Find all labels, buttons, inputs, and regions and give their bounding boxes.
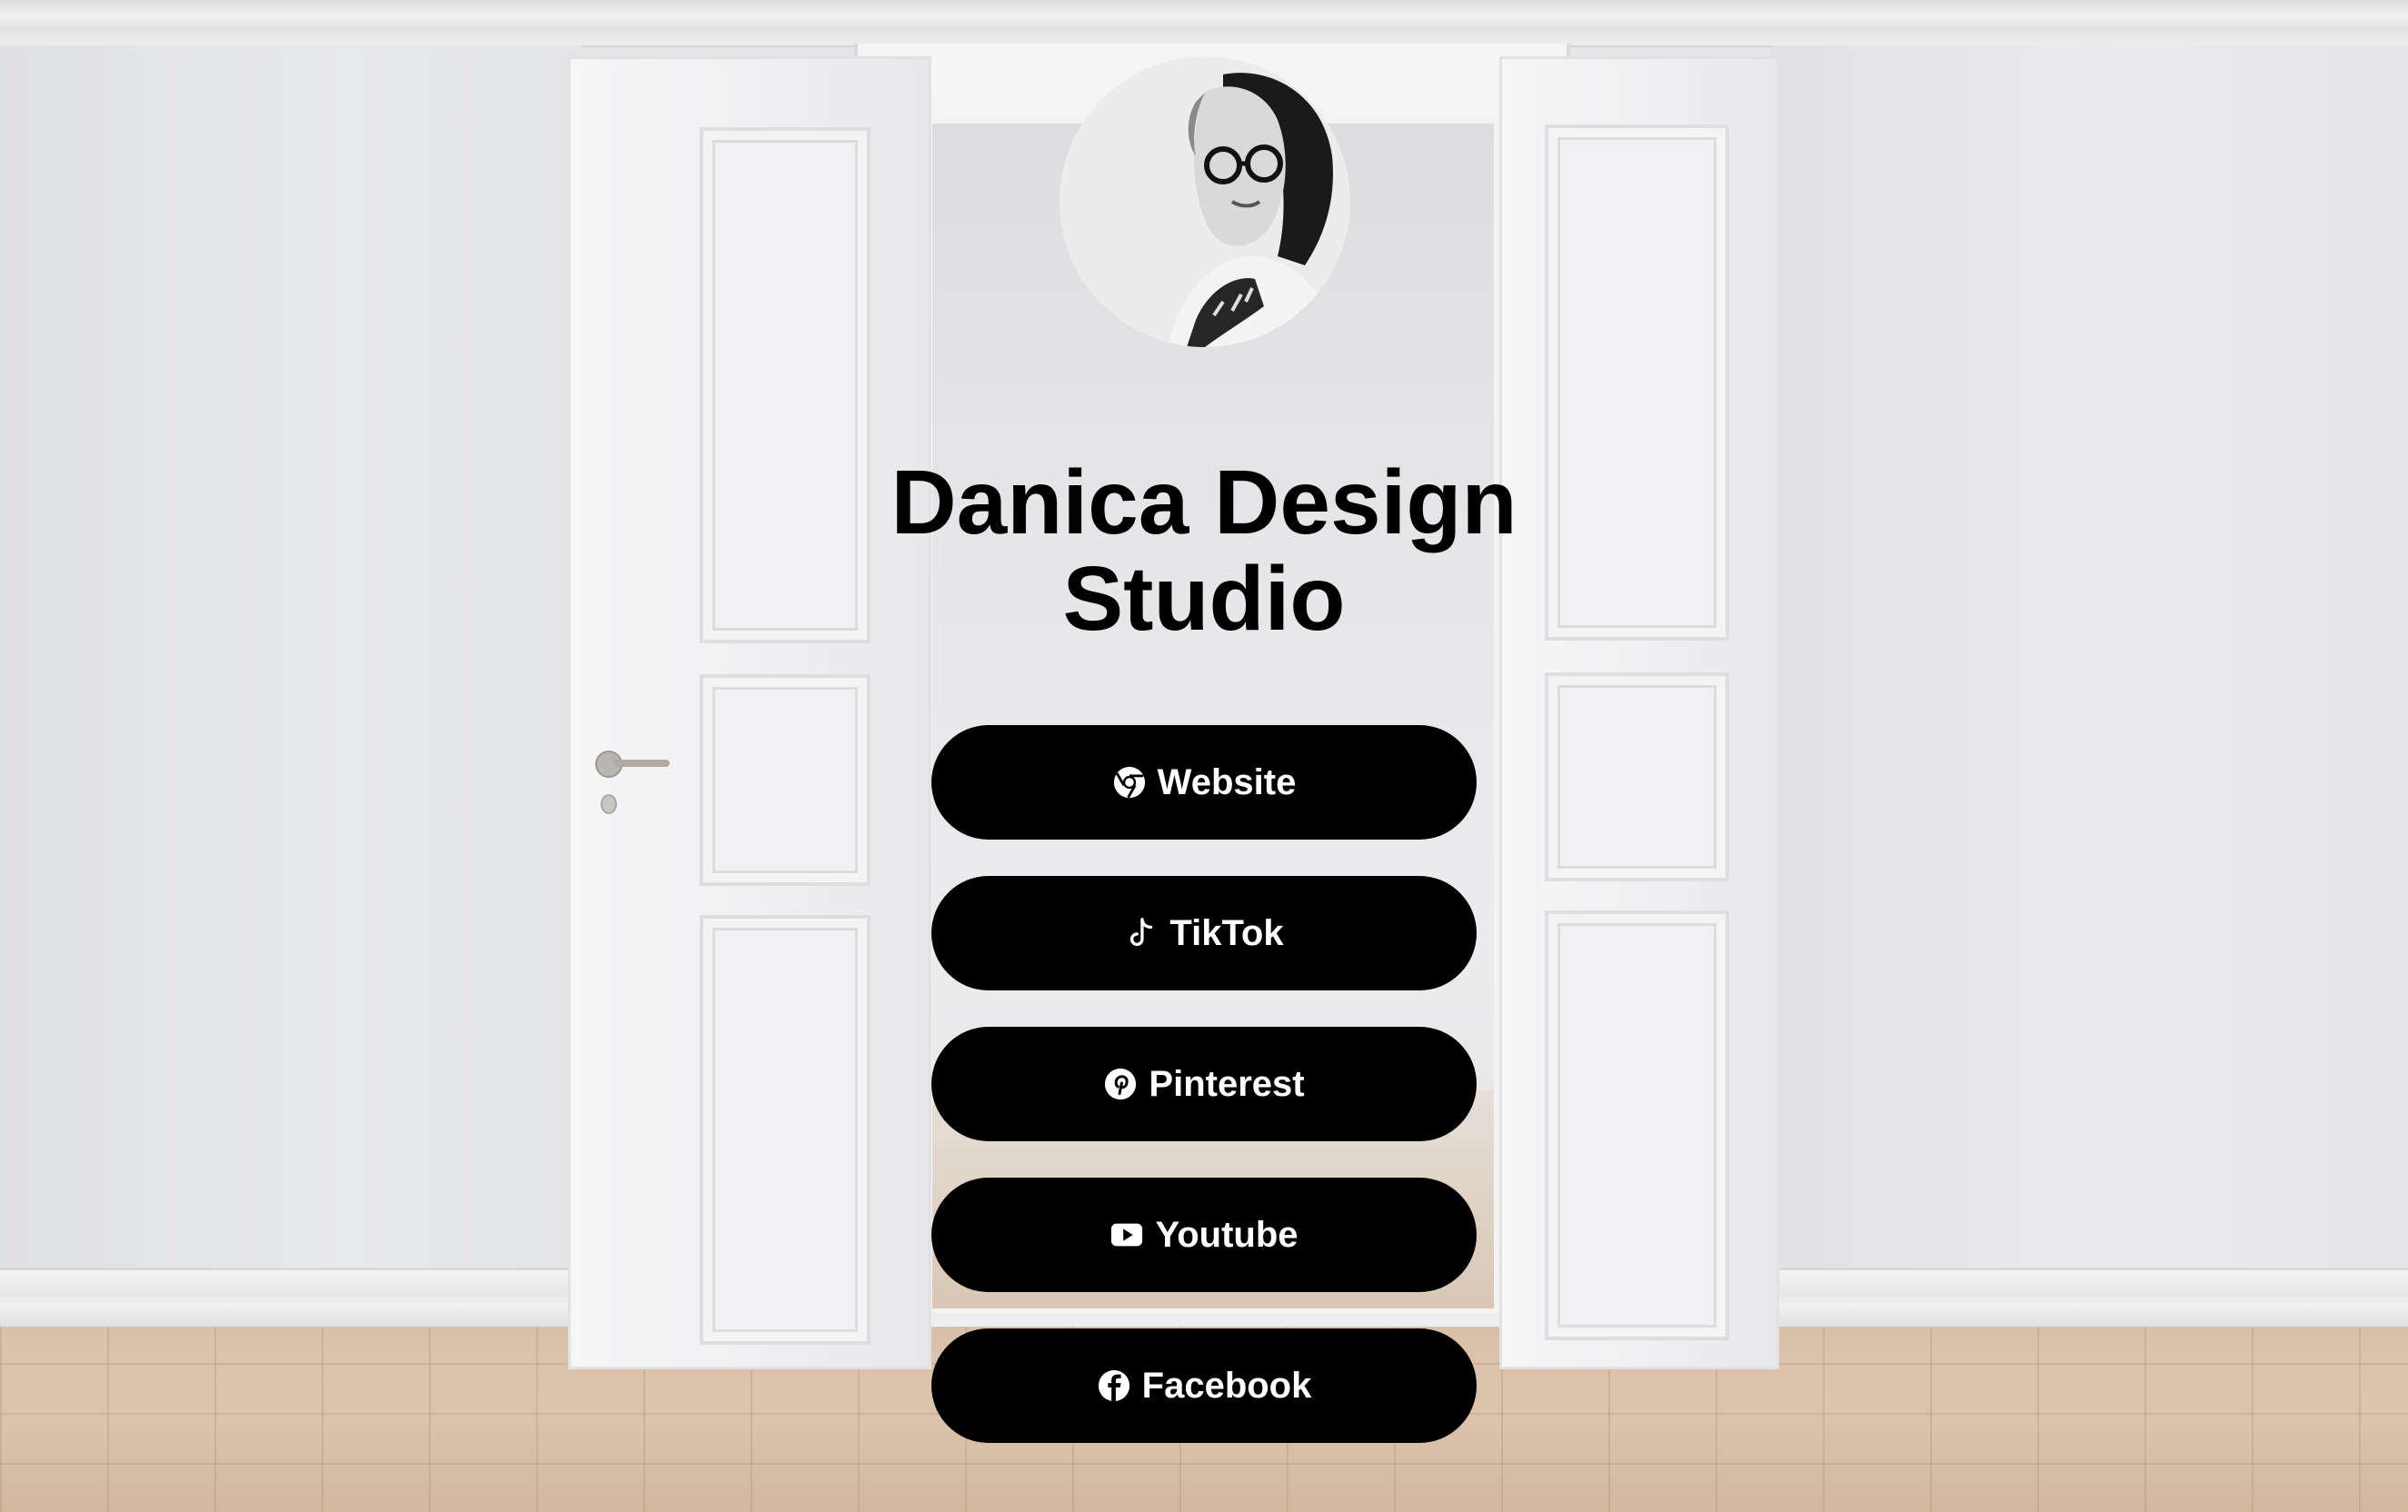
link-list: Website TikTok Pinterest Youtube Faceboo… — [931, 725, 1477, 1479]
wall-left — [0, 45, 582, 1327]
youtube-icon — [1109, 1218, 1144, 1252]
door-panel — [700, 915, 871, 1345]
baseboard-right — [1772, 1268, 2408, 1329]
pinterest-button[interactable]: Pinterest — [931, 1027, 1477, 1141]
avatar — [1060, 56, 1350, 347]
youtube-button[interactable]: Youtube — [931, 1178, 1477, 1292]
tiktok-icon — [1124, 916, 1159, 950]
tiktok-button[interactable]: TikTok — [931, 876, 1477, 990]
crown-molding — [0, 0, 2408, 47]
facebook-button-label: Facebook — [1141, 1365, 1312, 1406]
baseboard-left — [0, 1268, 582, 1329]
door-panel — [700, 674, 871, 886]
youtube-button-label: Youtube — [1155, 1214, 1299, 1255]
keyhole — [601, 794, 617, 814]
door-panel — [1545, 672, 1729, 881]
pinterest-button-label: Pinterest — [1149, 1063, 1305, 1104]
door-panel — [1545, 124, 1729, 641]
website-button[interactable]: Website — [931, 725, 1477, 840]
page-background: Danica Design Studio Website TikTok Pint… — [0, 0, 2408, 1512]
door-panel — [1545, 910, 1729, 1340]
wall-right — [1772, 45, 2408, 1327]
chrome-icon — [1112, 765, 1147, 800]
tiktok-button-label: TikTok — [1169, 912, 1284, 953]
facebook-button[interactable]: Facebook — [931, 1328, 1477, 1443]
profile-photo — [1060, 56, 1350, 347]
page-title: Danica Design Studio — [891, 452, 1517, 650]
door-handle — [595, 751, 670, 778]
facebook-icon — [1097, 1368, 1131, 1403]
pinterest-icon — [1103, 1067, 1138, 1101]
door-leaf-right — [1499, 56, 1779, 1369]
website-button-label: Website — [1157, 761, 1297, 802]
door-leaf-left — [568, 56, 931, 1369]
door-lever — [613, 760, 670, 767]
